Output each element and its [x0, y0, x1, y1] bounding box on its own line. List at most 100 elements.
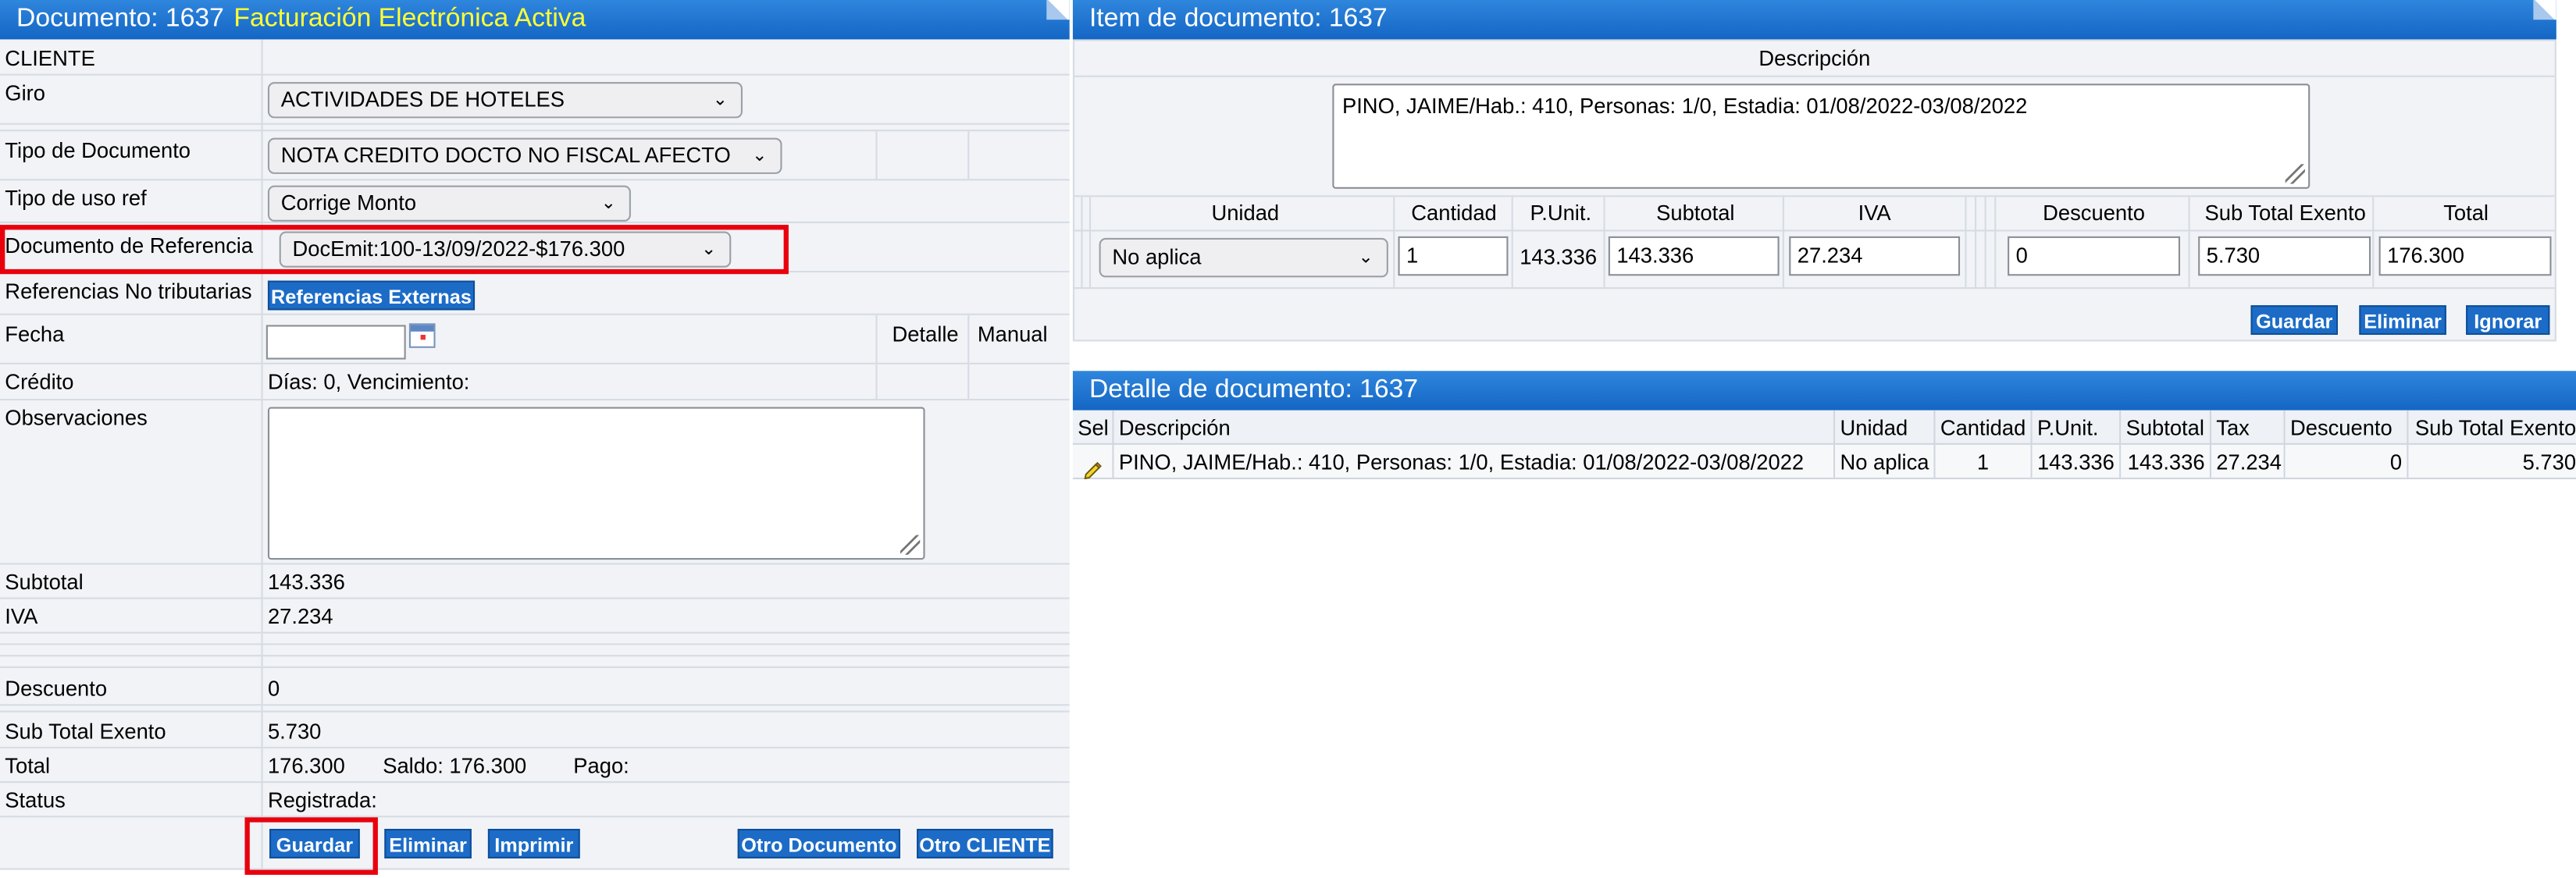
subtotal-input[interactable]: 143.336: [1608, 236, 1780, 276]
fecha-input[interactable]: [265, 325, 406, 360]
row-status: Status Registrada:: [0, 783, 1070, 818]
row-fecha: Fecha Detalle Manual: [0, 315, 1070, 364]
eliminar-button[interactable]: Eliminar: [384, 829, 472, 858]
item-ignorar-button[interactable]: Ignorar: [2466, 305, 2550, 336]
imprimir-button[interactable]: Imprimir: [487, 829, 580, 858]
th-punit: P.Unit.: [2032, 410, 2122, 445]
item-title: Item de documento: 1637: [1088, 5, 1388, 34]
col-exento: Sub Total Exento: [2204, 200, 2366, 226]
detail-cantidad: 1: [1935, 444, 2033, 480]
e-invoice-badge: Facturación Electrónica Activa: [233, 5, 586, 34]
pago-text: Pago:: [573, 753, 629, 778]
descuento-value: 0: [267, 676, 280, 701]
document-form: CLIENTE Giro Tipo de Documento Tipo de u…: [0, 39, 1070, 875]
highlight-doc-referencia: [0, 225, 789, 275]
total-label: Total: [5, 753, 51, 778]
unidad-select[interactable]: No aplica ⌄: [1099, 237, 1388, 278]
detalle-label: Detalle: [892, 322, 959, 347]
total-value: 176.300: [267, 753, 345, 778]
item-form: Descripción PINO, JAIME/Hab.: 410, Perso…: [1072, 39, 2556, 342]
document-header: Documento: 1637 Facturación Electrónica A…: [0, 0, 1070, 40]
saldo-text: Saldo: 176.300: [383, 753, 527, 778]
descuento-input[interactable]: 0: [2008, 236, 2181, 276]
item-header: Item de documento: 1637: [1072, 0, 2556, 40]
item-eliminar-button[interactable]: Eliminar: [2359, 305, 2446, 336]
col-total: Total: [2443, 200, 2489, 226]
th-subtotal: Subtotal: [2121, 410, 2211, 445]
exento-input[interactable]: 5.730: [2198, 236, 2371, 276]
item-guardar-button[interactable]: Guardar: [2250, 305, 2338, 336]
detail-descuento: 0: [2285, 444, 2409, 480]
tipo-documento-select[interactable]: NOTA CREDITO DOCTO NO FISCAL AFECTO ⌄: [267, 137, 782, 174]
status-value: Registrada:: [267, 787, 377, 812]
giro-select[interactable]: ACTIVIDADES DE HOTELES ⌄: [267, 82, 743, 119]
col-subtotal: Subtotal: [1656, 200, 1735, 226]
col-descuento: Descuento: [2043, 200, 2145, 226]
credito-value: Días: 0, Vencimiento:: [267, 369, 470, 394]
exento-value: 5.730: [267, 719, 322, 744]
iva-value: 27.234: [267, 603, 333, 629]
cliente-label: CLIENTE: [5, 45, 95, 71]
th-cantidad: Cantidad: [1935, 410, 2033, 445]
otro-documento-button[interactable]: Otro Documento: [737, 829, 900, 858]
otro-cliente-button[interactable]: Otro CLIENTE: [917, 829, 1053, 858]
punit-value: 143.336: [1520, 244, 1598, 269]
th-sel: Sel: [1072, 410, 1114, 445]
th-tax: Tax: [2211, 410, 2286, 445]
chevron-down-icon: ⌄: [1358, 247, 1374, 268]
resize-grip-icon: [2285, 164, 2305, 184]
col-cantidad: Cantidad: [1411, 200, 1497, 226]
resize-grip-icon: [900, 535, 921, 555]
row-total: Total 176.300 Saldo: 176.300 Pago:: [0, 748, 1070, 784]
detail-header: Detalle de documento: 1637: [1072, 371, 2576, 411]
highlight-guardar: [244, 817, 378, 875]
th-descripcion: Descripción: [1113, 410, 1836, 445]
iva-label: IVA: [5, 603, 38, 629]
observaciones-textarea[interactable]: [267, 407, 925, 560]
fecha-label: Fecha: [5, 322, 65, 347]
row-iva: IVA 27.234: [0, 599, 1070, 634]
referencias-externas-button[interactable]: Referencias Externas: [267, 280, 476, 311]
tipo-documento-label: Tipo de Documento: [5, 137, 191, 163]
giro-label: Giro: [5, 80, 45, 105]
chevron-down-icon: ⌄: [712, 90, 729, 110]
detail-unidad: No aplica: [1835, 444, 1936, 480]
exento-label: Sub Total Exento: [5, 719, 166, 744]
tipo-uso-label: Tipo de uso ref: [5, 185, 147, 211]
detail-tax: 27.234: [2211, 444, 2286, 480]
th-unidad: Unidad: [1835, 410, 1936, 445]
row-referencias: Referencias No tributarias: [0, 272, 1070, 315]
row-cliente: CLIENTE: [0, 39, 1070, 76]
tipo-uso-select[interactable]: Corrige Monto ⌄: [267, 185, 631, 222]
detail-title: Detalle de documento: 1637: [1088, 375, 1419, 404]
detail-punit: 143.336: [2032, 444, 2122, 480]
col-unidad: Unidad: [1211, 200, 1280, 226]
status-label: Status: [5, 787, 66, 812]
col-iva: IVA: [1858, 200, 1891, 226]
credito-label: Crédito: [5, 369, 74, 394]
detail-descripcion: PINO, JAIME/Hab.: 410, Personas: 1/0, Es…: [1113, 444, 1836, 480]
chevron-down-icon: ⌄: [752, 146, 768, 166]
subtotal-label: Subtotal: [5, 569, 84, 595]
referencias-label: Referencias No tributarias: [5, 279, 252, 304]
chevron-down-icon: ⌄: [600, 194, 617, 214]
descripcion-textarea[interactable]: PINO, JAIME/Hab.: 410, Personas: 1/0, Es…: [1332, 84, 2311, 189]
descripcion-label: Descripción: [1074, 41, 2555, 77]
th-exento: Sub Total Exento: [2408, 410, 2576, 445]
document-title: Documento: 1637: [16, 5, 224, 34]
descuento-label: Descuento: [5, 676, 108, 701]
row-exento: Sub Total Exento 5.730: [0, 713, 1070, 748]
row-descuento: Descuento 0: [0, 668, 1070, 706]
subtotal-value: 143.336: [267, 569, 345, 595]
calendar-icon[interactable]: [408, 323, 436, 348]
total-input[interactable]: 176.300: [2378, 236, 2552, 276]
row-select-edit[interactable]: [1072, 444, 1114, 480]
iva-input[interactable]: 27.234: [1789, 236, 1961, 276]
cantidad-input[interactable]: 1: [1398, 236, 1509, 276]
fold-corner-icon: [1046, 0, 1070, 20]
observaciones-label: Observaciones: [5, 405, 148, 430]
detail-subtotal: 143.336: [2121, 444, 2211, 480]
manual-label: Manual: [977, 322, 1048, 347]
fold-corner-icon: [2533, 0, 2556, 20]
detail-exento: 5.730: [2408, 444, 2576, 480]
